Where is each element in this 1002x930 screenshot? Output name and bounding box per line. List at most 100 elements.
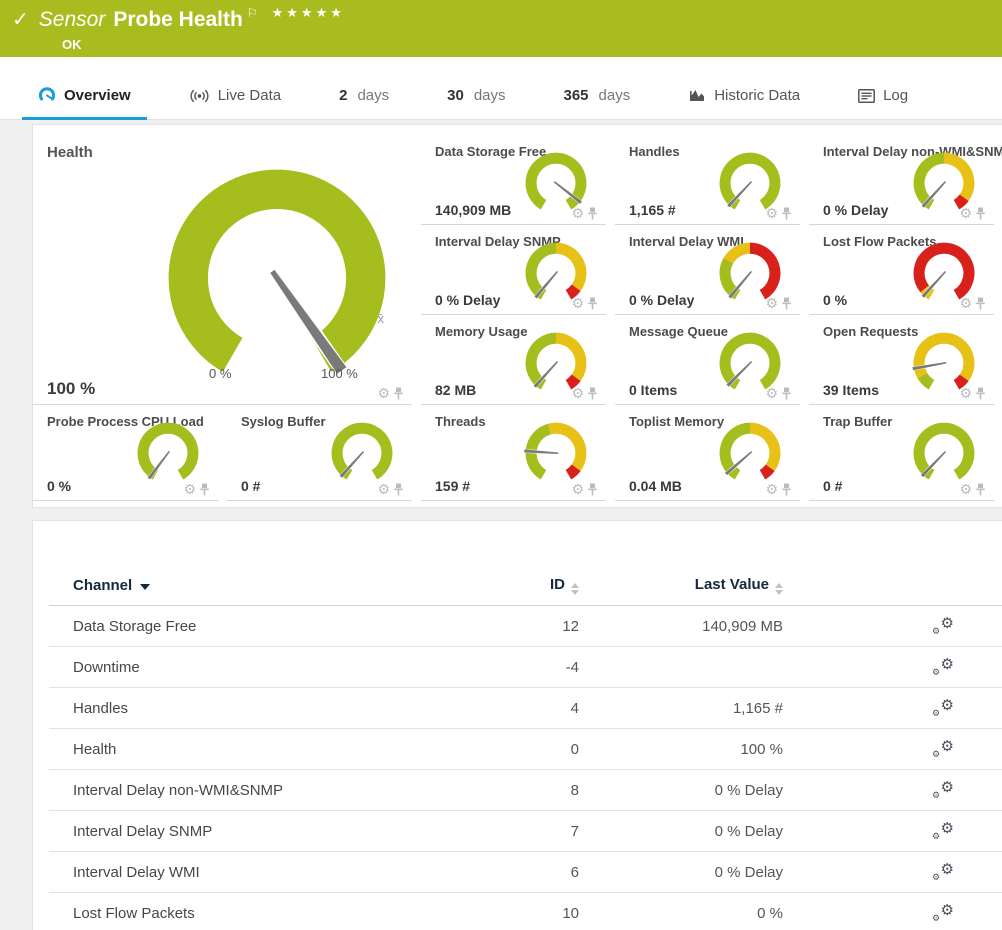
gauge-value: 0 # <box>823 478 842 494</box>
tab-bar: Overview Live Data 2 days 30 days 365 da… <box>0 57 1002 120</box>
tab-historic-data[interactable]: Historic Data <box>670 87 818 119</box>
table-row: Interval Delay SNMP 7 0 % Delay ⚙⚙ <box>49 811 1002 852</box>
channel-settings-gear-icon[interactable]: ⚙⚙ <box>932 821 954 841</box>
channel-name[interactable]: Data Storage Free <box>73 618 503 635</box>
gauge-cell-health: Health 0 % 100 % x̄ 100 % ⚙ <box>33 135 412 405</box>
channel-settings-gear-icon[interactable]: ⚙⚙ <box>932 657 954 677</box>
gear-icon[interactable]: ⚙ <box>765 296 778 310</box>
channel-id: 8 <box>503 782 579 799</box>
channel-name[interactable]: Downtime <box>73 659 503 676</box>
channel-settings-gear-icon[interactable]: ⚙⚙ <box>932 616 954 636</box>
pin-icon[interactable] <box>199 483 210 496</box>
gauge-cell-memory-usage: Memory Usage 82 MB ⚙ <box>421 315 606 405</box>
gauge-cell-probe-process-cpu-load: Probe Process CPU Load 0 % ⚙ <box>33 405 218 501</box>
pin-icon[interactable] <box>781 297 792 310</box>
health-gauge <box>156 153 398 395</box>
gear-icon[interactable]: ⚙ <box>183 482 196 496</box>
gear-icon[interactable]: ⚙ <box>571 296 584 310</box>
gauge-title: Handles <box>629 144 680 159</box>
gear-icon[interactable]: ⚙ <box>571 482 584 496</box>
pin-icon[interactable] <box>393 387 404 400</box>
column-header-last-value[interactable]: Last Value <box>579 576 783 595</box>
column-header-id[interactable]: ID <box>503 576 579 595</box>
column-header-channel[interactable]: Channel <box>73 577 503 594</box>
gauge-icon <box>38 86 56 104</box>
channel-last-value: 100 % <box>579 741 783 758</box>
gear-icon[interactable]: ⚙ <box>377 482 390 496</box>
channel-settings-gear-icon[interactable]: ⚙⚙ <box>932 739 954 759</box>
trap-buffer-gauge <box>910 418 978 486</box>
syslog-buffer-gauge <box>328 418 396 486</box>
pin-icon[interactable] <box>975 387 986 400</box>
gear-icon[interactable]: ⚙ <box>571 386 584 400</box>
channel-name[interactable]: Interval Delay SNMP <box>73 823 503 840</box>
pin-icon[interactable] <box>587 483 598 496</box>
pin-icon[interactable] <box>587 297 598 310</box>
gauge-cell-handles: Handles 1,165 # ⚙ <box>615 135 800 225</box>
tab-live-data[interactable]: Live Data <box>171 87 299 119</box>
gear-icon[interactable]: ⚙ <box>377 386 390 400</box>
pin-icon[interactable] <box>393 483 404 496</box>
channel-name[interactable]: Handles <box>73 700 503 717</box>
object-type-label: Sensor <box>39 8 106 32</box>
pin-icon[interactable] <box>781 207 792 220</box>
channel-settings-gear-icon[interactable]: ⚙⚙ <box>932 698 954 718</box>
probe-process-cpu-load-gauge <box>134 418 202 486</box>
table-row: Handles 4 1,165 # ⚙⚙ <box>49 688 1002 729</box>
channel-name[interactable]: Health <box>73 741 503 758</box>
channel-settings-gear-icon[interactable]: ⚙⚙ <box>932 903 954 923</box>
gear-icon[interactable]: ⚙ <box>571 206 584 220</box>
page-title: Probe Health <box>113 8 243 32</box>
gauge-title: Toplist Memory <box>629 414 724 429</box>
tab-30-days[interactable]: 30 days <box>429 87 523 119</box>
gear-icon[interactable]: ⚙ <box>959 206 972 220</box>
sensor-header: ✓ Sensor Probe Health ⚐ ★★★★★ OK <box>0 0 1002 57</box>
sort-carets-icon <box>571 583 579 595</box>
channel-name[interactable]: Interval Delay WMI <box>73 864 503 881</box>
channels-table-panel: Channel ID Last Value Data Storage Free … <box>32 520 1002 930</box>
table-row: Interval Delay non-WMI&SNMP 8 0 % Delay … <box>49 770 1002 811</box>
gauge-max-label: 100 % <box>321 366 358 381</box>
threads-gauge <box>522 418 590 486</box>
log-icon <box>858 89 875 103</box>
gauge-value: 39 Items <box>823 382 879 398</box>
pin-icon[interactable] <box>781 483 792 496</box>
pin-icon[interactable] <box>587 387 598 400</box>
gauge-value: 100 % <box>47 379 95 399</box>
pin-icon[interactable] <box>975 483 986 496</box>
table-header-row: Channel ID Last Value <box>49 566 1002 606</box>
channel-id: 12 <box>503 618 579 635</box>
gauge-title: Trap Buffer <box>823 414 892 429</box>
tab-365-days[interactable]: 365 days <box>546 87 649 119</box>
channel-id: 0 <box>503 741 579 758</box>
pin-icon[interactable] <box>781 387 792 400</box>
gear-icon[interactable]: ⚙ <box>765 386 778 400</box>
gear-icon[interactable]: ⚙ <box>959 482 972 496</box>
tab-2-days[interactable]: 2 days <box>321 87 407 119</box>
toplist-memory-gauge <box>716 418 784 486</box>
channel-settings-gear-icon[interactable]: ⚙⚙ <box>932 862 954 882</box>
gear-icon[interactable]: ⚙ <box>765 482 778 496</box>
tab-label: Live Data <box>218 87 281 104</box>
pin-icon[interactable] <box>975 207 986 220</box>
channel-id: 4 <box>503 700 579 717</box>
channel-settings-gear-icon[interactable]: ⚙⚙ <box>932 780 954 800</box>
gauge-value: 0.04 MB <box>629 478 682 494</box>
priority-stars[interactable]: ★★★★★ <box>272 5 345 21</box>
gauge-value: 0 % <box>47 478 71 494</box>
gear-icon[interactable]: ⚙ <box>959 386 972 400</box>
channel-name[interactable]: Interval Delay non-WMI&SNMP <box>73 782 503 799</box>
gear-icon[interactable]: ⚙ <box>765 206 778 220</box>
gauge-value: 0 % <box>823 292 847 308</box>
pin-icon[interactable] <box>587 207 598 220</box>
channel-name[interactable]: Lost Flow Packets <box>73 905 503 922</box>
pin-icon[interactable] <box>975 297 986 310</box>
tab-overview[interactable]: Overview <box>20 86 149 119</box>
channel-last-value: 0 % Delay <box>579 864 783 881</box>
tab-log[interactable]: Log <box>840 87 926 119</box>
gauge-cell-toplist-memory: Toplist Memory 0.04 MB ⚙ <box>615 405 800 501</box>
gear-icon[interactable]: ⚙ <box>959 296 972 310</box>
gauge-value: 82 MB <box>435 382 476 398</box>
flag-icon[interactable]: ⚐ <box>247 6 258 20</box>
table-row: Downtime -4 ⚙⚙ <box>49 647 1002 688</box>
